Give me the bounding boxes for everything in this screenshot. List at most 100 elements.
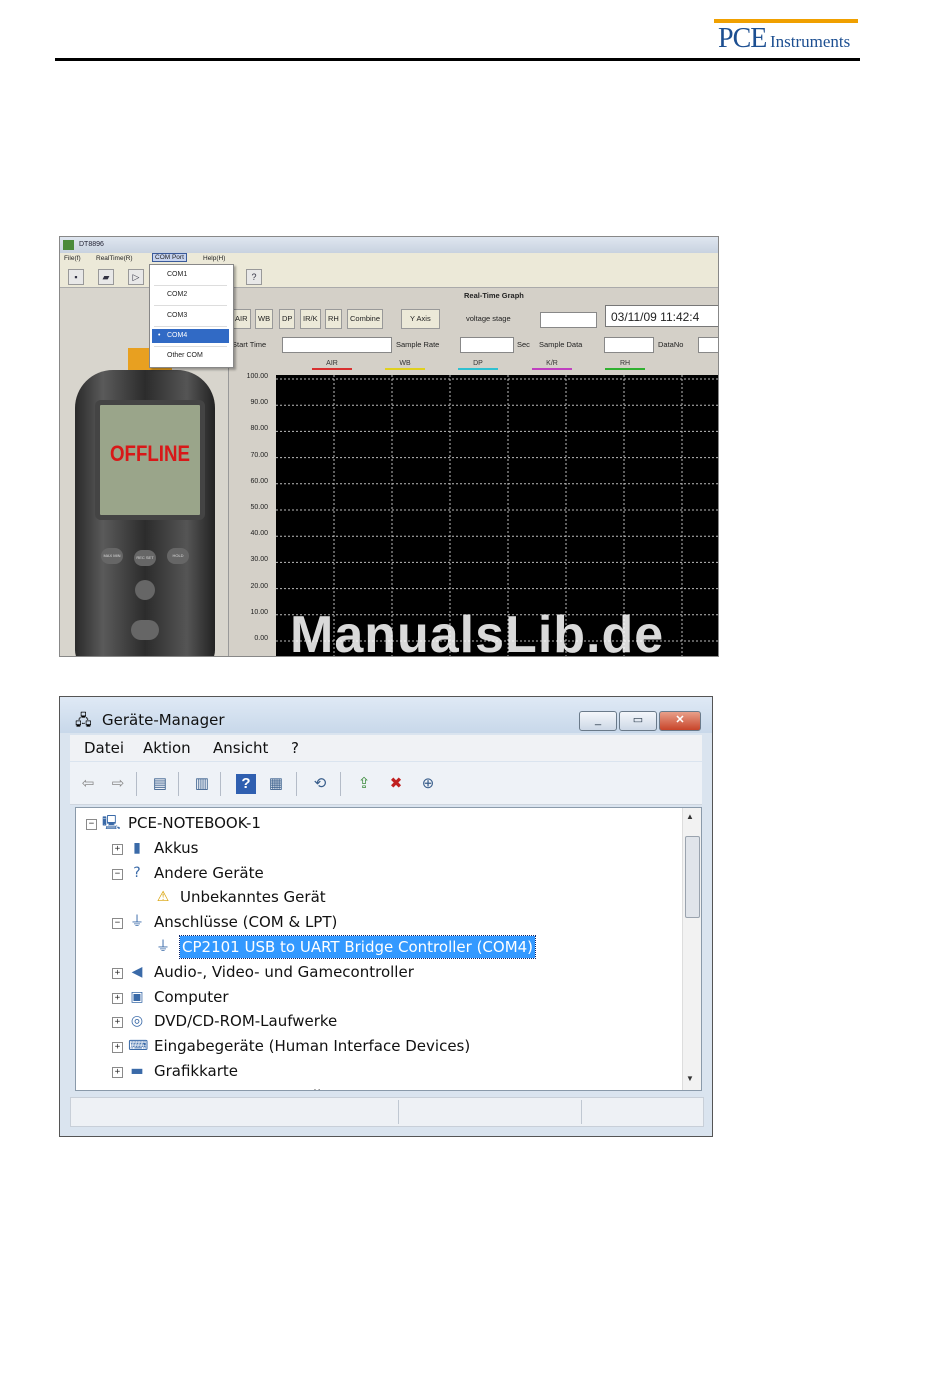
maximize-button[interactable]: ▭	[619, 711, 657, 731]
menu-help[interactable]: ?	[291, 739, 299, 757]
y-tick-label: 80.00	[250, 425, 268, 433]
expand-icon[interactable]: +	[112, 1042, 123, 1054]
check-rh[interactable]: RH	[325, 309, 342, 329]
menu-realtime[interactable]: RealTime(R)	[96, 255, 133, 262]
legend-wb-label: WB	[399, 360, 411, 367]
sample-rate-field[interactable]	[460, 337, 514, 353]
device-tree: − 🖳 PCE-NOTEBOOK-1 + ▮ Akkus −? Andere Geräte ⚠ U…	[75, 807, 702, 1091]
legend-rh-label: RH	[619, 360, 631, 367]
y-tick-label: 60.00	[250, 477, 268, 485]
scroll-up-icon[interactable]: ▲	[686, 812, 694, 821]
minimize-button[interactable]: _	[579, 711, 617, 731]
watermark: ManualsLib.de	[290, 606, 665, 664]
toolbar-separator	[136, 772, 137, 796]
collapse-icon[interactable]: −	[112, 868, 123, 880]
show-hide-tree-icon[interactable]: ▤	[150, 774, 170, 794]
y-tick-label: 90.00	[250, 399, 268, 407]
device-button-maxmin: MAX MIN	[101, 548, 123, 564]
legend-dp-swatch	[458, 368, 498, 370]
tree-item-label: Eingabegeräte (Human Interface Devices)	[154, 1037, 471, 1056]
toolbar-separator	[178, 772, 179, 796]
legend-dp: DP	[458, 360, 498, 370]
help-icon[interactable]: ?	[236, 774, 256, 794]
expand-icon[interactable]: +	[112, 843, 123, 855]
update-driver-icon[interactable]: ⇪	[354, 774, 374, 794]
check-air[interactable]: AIR	[232, 309, 251, 329]
y-tick-label: 30.00	[250, 556, 268, 564]
y-axis-button[interactable]: Y Axis	[401, 309, 440, 329]
start-time-field[interactable]	[282, 337, 392, 353]
scan-hardware-icon[interactable]: ⟲	[310, 774, 330, 794]
tree-item-label: Computer	[154, 987, 229, 1006]
device-screen: OFFLINE	[95, 400, 205, 520]
save-icon[interactable]: ▪	[68, 269, 84, 285]
pce-instruments-logo: PCE Instruments	[714, 19, 858, 54]
check-dp[interactable]: DP	[279, 309, 296, 329]
scroll-down-icon[interactable]: ▼	[686, 1074, 694, 1083]
app-titlebar: DT8896	[60, 237, 718, 253]
sample-data-label: Sample Data	[539, 340, 583, 349]
expand-icon[interactable]: +	[112, 967, 123, 979]
y-tick-label: 50.00	[250, 504, 268, 511]
app-title: DT8896	[79, 241, 104, 248]
dd-separator	[154, 305, 227, 306]
uninstall-device-icon[interactable]: ✖	[386, 774, 406, 794]
datano-field[interactable]	[698, 337, 718, 353]
y-tick-label: 100.00	[246, 373, 268, 380]
menu-aktion[interactable]: Aktion	[143, 739, 191, 757]
forward-arrow-icon[interactable]: ⇨	[108, 774, 128, 794]
info-icon[interactable]: ?	[246, 269, 262, 285]
com-option-com1[interactable]: COM1	[152, 268, 229, 282]
datetime-display: 03/11/09 11:42:4	[605, 305, 718, 327]
action-pane-icon[interactable]: ▦	[266, 774, 286, 794]
collapse-icon[interactable]: −	[86, 819, 97, 830]
close-button[interactable]: ✕	[659, 711, 701, 731]
voltage-stage-field[interactable]	[540, 312, 597, 328]
sample-rate-label: Sample Rate	[396, 340, 440, 349]
expand-icon[interactable]: +	[112, 1017, 123, 1029]
unknown-device-icon: ?	[133, 864, 141, 881]
menu-datei[interactable]: Datei	[84, 739, 124, 757]
status-divider	[581, 1100, 582, 1124]
play-icon[interactable]: ▷	[128, 269, 144, 285]
back-arrow-icon[interactable]: ⇦	[78, 774, 98, 794]
disable-device-icon[interactable]: ⊕	[418, 774, 438, 794]
menu-file[interactable]: File(f)	[64, 255, 81, 262]
com-option-com3[interactable]: COM3	[152, 309, 229, 323]
offline-indicator: OFFLINE	[109, 441, 190, 466]
check-combine[interactable]: Combine	[347, 309, 384, 329]
legend-air-label: AIR	[326, 360, 338, 367]
com-option-com2[interactable]: COM2	[152, 288, 229, 302]
battery-icon: ▮	[133, 839, 141, 856]
check-wb[interactable]: WB	[255, 309, 274, 329]
menu-com-port[interactable]: COM Port	[152, 253, 187, 262]
graph-title: Real-Time Graph	[464, 291, 524, 300]
expand-icon[interactable]: +	[112, 1067, 123, 1078]
com-option-com4[interactable]: • COM4	[152, 329, 229, 343]
voltage-stage-label: voltage stage	[466, 314, 511, 323]
collapse-icon[interactable]: −	[112, 918, 123, 930]
open-folder-icon[interactable]: ▰	[98, 269, 114, 285]
properties-icon[interactable]: ▥	[192, 774, 212, 794]
tree-scrollbar[interactable]: ▲ ▼	[682, 808, 701, 1090]
status-divider	[398, 1100, 399, 1124]
menu-ansicht[interactable]: Ansicht	[213, 739, 268, 757]
start-time-label: Start Time	[232, 340, 267, 349]
check-irk[interactable]: IR/K	[300, 309, 321, 329]
device-manager-window: 🖧 Geräte-Manager _ ▭ ✕ Datei Aktion Ansi…	[59, 696, 713, 1137]
port-icon: ⏚	[130, 914, 144, 931]
tree-item-label: Akkus	[154, 838, 199, 857]
sample-data-field[interactable]	[604, 337, 654, 353]
com-option-other[interactable]: Other COM	[152, 349, 229, 363]
expand-icon[interactable]: +	[112, 992, 123, 1004]
com-port-dropdown: COM1 COM2 COM3 • COM4 Other COM	[149, 264, 234, 368]
dm-toolbar: ⇦ ⇨ ▤ ▥ ? ▦ ⟲ ⇪ ✖ ⊕	[70, 762, 702, 805]
keyboard-icon: ⌨	[128, 1038, 149, 1055]
legend-dp-label: DP	[473, 360, 483, 367]
toolbar-separator	[220, 772, 221, 796]
scroll-thumb[interactable]	[685, 836, 700, 918]
y-tick-label: 0.00	[254, 635, 268, 642]
tree-item-label: PCE-NOTEBOOK-1	[128, 814, 261, 832]
logo-instruments-text: Instruments	[770, 32, 851, 51]
menu-help[interactable]: Help(H)	[203, 255, 225, 262]
